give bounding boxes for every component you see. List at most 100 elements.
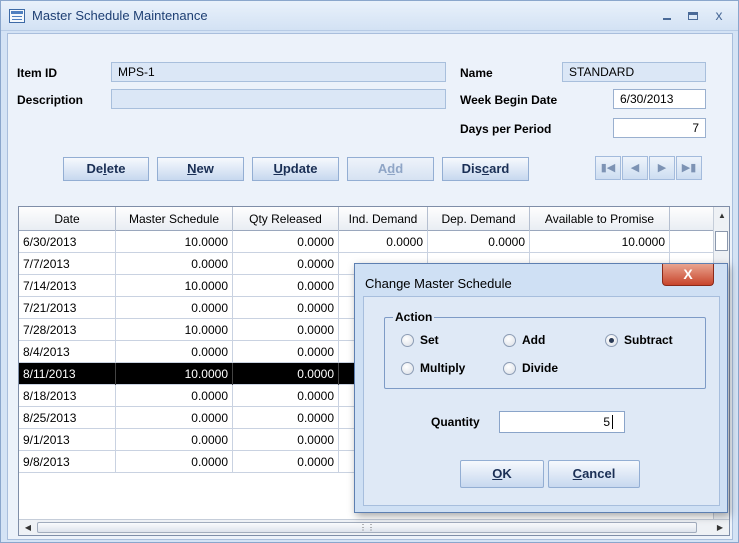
name-field[interactable]: STANDARD: [562, 62, 706, 82]
table-cell[interactable]: 0.0000: [233, 319, 339, 341]
table-cell[interactable]: 0.0000: [116, 253, 233, 275]
new-button[interactable]: New: [157, 157, 244, 181]
add-button[interactable]: Add: [347, 157, 434, 181]
scroll-left-icon[interactable]: ◀: [21, 521, 35, 535]
delete-button-label-end: ete: [106, 161, 126, 176]
dialog-title: Change Master Schedule: [365, 276, 512, 291]
table-cell[interactable]: 8/11/2013: [19, 363, 116, 385]
table-cell[interactable]: 0.0000: [233, 385, 339, 407]
table-cell[interactable]: 7/21/2013: [19, 297, 116, 319]
radio-add[interactable]: Add: [503, 333, 545, 347]
radio-set[interactable]: Set: [401, 333, 439, 347]
update-button[interactable]: Update: [252, 157, 339, 181]
minimize-button[interactable]: [656, 5, 678, 25]
column-header[interactable]: Available to Promise: [530, 207, 670, 231]
table-cell[interactable]: 10.0000: [116, 319, 233, 341]
table-cell[interactable]: 0.0000: [233, 451, 339, 473]
table-cell[interactable]: 8/4/2013: [19, 341, 116, 363]
add-button-label-end: d: [395, 161, 404, 176]
item-id-field[interactable]: MPS-1: [111, 62, 446, 82]
add-button-label: A: [377, 161, 388, 176]
app-icon: [9, 9, 25, 23]
table-cell[interactable]: 0.0000: [116, 451, 233, 473]
master-schedule-window: Master Schedule Maintenance x Item ID MP…: [0, 0, 739, 543]
dialog-body: Action Set Add Subtract Multiply Divide …: [363, 296, 720, 506]
table-cell[interactable]: 0.0000: [116, 341, 233, 363]
radio-subtract-icon: [605, 333, 618, 347]
action-group-label: Action: [393, 310, 435, 324]
days-per-period-field[interactable]: 7: [613, 118, 706, 138]
table-cell[interactable]: 8/18/2013: [19, 385, 116, 407]
table-cell[interactable]: 9/1/2013: [19, 429, 116, 451]
last-record-button[interactable]: ▶▮: [676, 156, 702, 180]
radio-add-label: Add: [522, 333, 546, 347]
scroll-right-icon[interactable]: ▶: [713, 521, 727, 535]
table-cell[interactable]: 0.0000: [233, 407, 339, 429]
scroll-up-icon[interactable]: ▲: [714, 209, 729, 223]
maximize-button[interactable]: [682, 5, 704, 25]
table-cell[interactable]: 8/25/2013: [19, 407, 116, 429]
table-cell[interactable]: 7/14/2013: [19, 275, 116, 297]
table-cell[interactable]: 0.0000: [233, 429, 339, 451]
ok-button[interactable]: OK: [460, 460, 544, 488]
table-cell[interactable]: 0.0000: [233, 297, 339, 319]
text-caret: [612, 415, 613, 429]
column-header[interactable]: Date: [19, 207, 116, 231]
column-header[interactable]: Master Schedule: [116, 207, 233, 231]
action-group: Action Set Add Subtract Multiply Divide: [384, 310, 706, 389]
delete-button[interactable]: Delete: [63, 157, 149, 181]
table-cell[interactable]: 10.0000: [116, 275, 233, 297]
table-cell[interactable]: 0.0000: [428, 231, 530, 253]
table-cell[interactable]: 10.0000: [116, 231, 233, 253]
week-begin-date-field[interactable]: 6/30/2013: [613, 89, 706, 109]
column-header[interactable]: Dep. Demand: [428, 207, 530, 231]
add-button-hotkey: d: [387, 161, 396, 176]
table-cell[interactable]: 0.0000: [233, 363, 339, 385]
description-field[interactable]: [111, 89, 446, 109]
dialog-close-button[interactable]: X: [662, 264, 714, 286]
next-record-button[interactable]: ▶: [649, 156, 675, 180]
column-header[interactable]: Ind. Demand: [339, 207, 428, 231]
table-cell[interactable]: 7/28/2013: [19, 319, 116, 341]
previous-record-button[interactable]: ◀: [622, 156, 648, 180]
table-cell[interactable]: 10.0000: [530, 231, 670, 253]
cancel-button[interactable]: Cancel: [548, 460, 640, 488]
radio-multiply[interactable]: Multiply: [401, 361, 465, 375]
description-label: Description: [17, 93, 84, 107]
discard-button[interactable]: Discard: [442, 157, 529, 181]
minimize-icon: [663, 18, 671, 20]
table-cell[interactable]: 7/7/2013: [19, 253, 116, 275]
update-button-hotkey: U: [273, 161, 283, 176]
radio-multiply-icon: [401, 361, 414, 375]
radio-subtract[interactable]: Subtract: [605, 333, 673, 347]
first-record-button[interactable]: ▮◀: [595, 156, 621, 180]
table-cell[interactable]: 0.0000: [233, 231, 339, 253]
delete-button-label: De: [86, 161, 104, 176]
radio-divide-label: Divide: [522, 361, 559, 375]
ok-button-hotkey: O: [492, 466, 503, 481]
table-row[interactable]: 6/30/2013 10.0000 0.0000 0.0000 0.0000 10.000…: [19, 231, 713, 253]
radio-subtract-label: Subtract: [624, 333, 673, 347]
table-cell[interactable]: 0.0000: [339, 231, 428, 253]
radio-divide[interactable]: Divide: [503, 361, 558, 375]
table-cell[interactable]: 6/30/2013: [19, 231, 116, 253]
horizontal-scroll-thumb[interactable]: ⋮⋮: [37, 522, 697, 533]
vertical-scroll-thumb[interactable]: [715, 231, 728, 251]
table-cell[interactable]: 10.0000: [116, 363, 233, 385]
table-cell[interactable]: 0.0000: [116, 429, 233, 451]
quantity-input[interactable]: [499, 411, 625, 433]
title-bar[interactable]: Master Schedule Maintenance x: [1, 1, 738, 31]
horizontal-scrollbar[interactable]: ◀ ⋮⋮ ▶: [19, 519, 729, 535]
week-begin-date-label: Week Begin Date: [460, 93, 558, 107]
new-button-label-end: ew: [196, 161, 214, 176]
name-label: Name: [460, 66, 493, 80]
table-cell[interactable]: 0.0000: [116, 385, 233, 407]
close-button[interactable]: x: [708, 5, 730, 25]
table-cell[interactable]: 9/8/2013: [19, 451, 116, 473]
table-cell[interactable]: 0.0000: [233, 253, 339, 275]
column-header[interactable]: Qty Released: [233, 207, 339, 231]
table-cell[interactable]: 0.0000: [233, 341, 339, 363]
table-cell[interactable]: 0.0000: [116, 297, 233, 319]
table-cell[interactable]: 0.0000: [116, 407, 233, 429]
table-cell[interactable]: 0.0000: [233, 275, 339, 297]
